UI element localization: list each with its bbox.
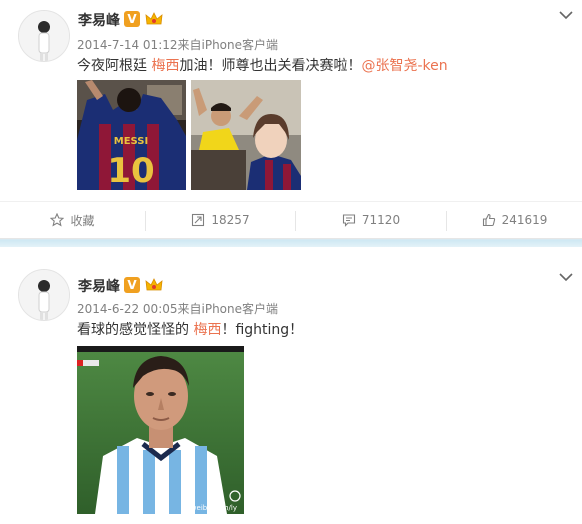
post-text: 今夜阿根廷 梅西加油！师尊也出关看决赛啦！@张智尧-ken bbox=[77, 55, 448, 75]
post-text-part: 看球的感觉怪怪的 bbox=[77, 322, 194, 338]
post-photo[interactable]: MESSI 10 bbox=[77, 80, 186, 190]
mention-link[interactable]: @张智尧-ken bbox=[361, 58, 447, 74]
user-name[interactable]: 李易峰 bbox=[78, 10, 120, 30]
post-photo[interactable] bbox=[191, 80, 301, 190]
repost-button[interactable]: 18257 bbox=[146, 202, 295, 238]
watermark-text: weibo.com/ly bbox=[191, 504, 237, 512]
verified-badge-icon: V bbox=[124, 277, 140, 293]
like-count: 241619 bbox=[501, 213, 548, 227]
post-text: 看球的感觉怪怪的 梅西！fighting！ bbox=[77, 319, 303, 339]
chevron-down-icon[interactable] bbox=[558, 268, 574, 282]
avatar[interactable] bbox=[18, 10, 70, 62]
verified-badge-icon: V bbox=[124, 11, 140, 27]
avatar[interactable] bbox=[18, 269, 70, 321]
crown-icon[interactable] bbox=[145, 277, 163, 293]
crown-icon[interactable] bbox=[145, 11, 163, 27]
comment-button[interactable]: 71120 bbox=[296, 202, 446, 238]
post-text-part: ！fighting！ bbox=[221, 322, 304, 338]
jersey-name: MESSI bbox=[114, 136, 148, 147]
comment-icon bbox=[342, 214, 355, 227]
post-meta: 2014-6-22 00:05来自iPhone客户端 bbox=[77, 302, 279, 316]
hashtag-link[interactable]: 梅西 bbox=[151, 58, 179, 74]
jersey-number: 10 bbox=[107, 151, 154, 190]
repost-count: 18257 bbox=[211, 213, 250, 227]
post-meta: 2014-7-14 01:12来自iPhone客户端 bbox=[77, 38, 279, 52]
like-button[interactable]: 241619 bbox=[447, 202, 582, 238]
repost-icon bbox=[192, 213, 205, 227]
hashtag-link[interactable]: 梅西 bbox=[193, 322, 221, 338]
post-text-part: 加油！师尊也出关看决赛啦！ bbox=[179, 58, 362, 74]
star-icon bbox=[50, 213, 65, 227]
feed-divider bbox=[0, 239, 582, 247]
post-text-part: 今夜阿根廷 bbox=[77, 58, 152, 74]
user-name[interactable]: 李易峰 bbox=[78, 276, 120, 296]
post-card: 李易峰 V 2014-7-14 01:12来自iPhone客户端 今夜阿根廷 梅… bbox=[0, 0, 582, 239]
favorite-label: 收藏 bbox=[70, 213, 95, 228]
post-photo[interactable]: weibo.com/ly bbox=[77, 346, 244, 514]
favorite-button[interactable]: 收藏 bbox=[0, 202, 145, 238]
comment-count: 71120 bbox=[361, 213, 401, 227]
like-icon bbox=[482, 213, 495, 227]
action-bar: 收藏 18257 71120 241619 bbox=[0, 201, 582, 238]
chevron-down-icon[interactable] bbox=[558, 6, 574, 20]
post-card: 李易峰 V 2014-6-22 00:05来自iPhone客户端 看球的感觉怪怪… bbox=[0, 252, 582, 524]
